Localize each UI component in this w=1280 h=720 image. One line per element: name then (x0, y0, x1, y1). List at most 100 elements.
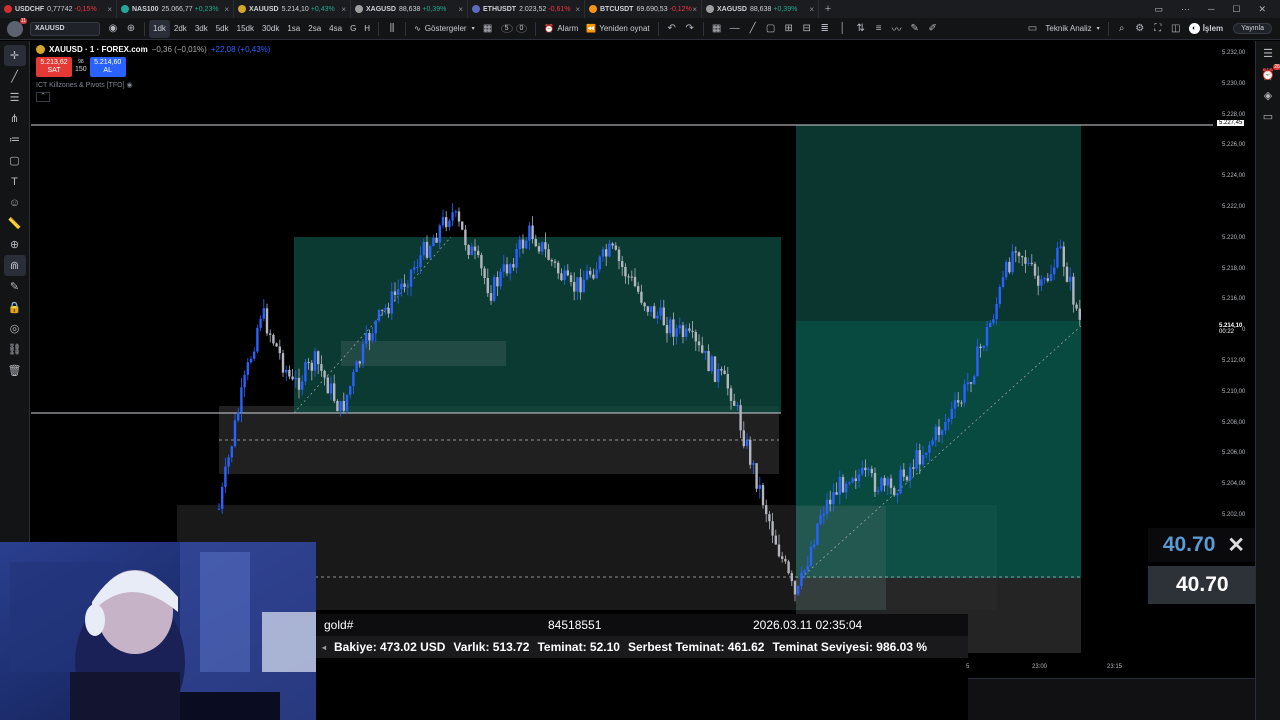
path-icon[interactable]: 〰 (888, 20, 906, 38)
eye-icon[interactable]: ◉ (104, 20, 122, 38)
browser-tab[interactable]: XAUUSD 5.214,10 +0,43% × (234, 0, 351, 18)
avatar[interactable]: 11 (7, 17, 27, 37)
replay-button[interactable]: ⏪ Yeniden oynat (582, 20, 653, 38)
long-position-icon[interactable]: ⇅ (852, 20, 870, 38)
fullscreen-icon[interactable]: ⛶ (1149, 20, 1167, 38)
maximize-icon[interactable]: ☐ (1232, 4, 1240, 15)
gear-icon[interactable]: ⚙ (1131, 20, 1149, 38)
lock-drawing-icon[interactable]: ✎ (4, 276, 26, 297)
browser-tab[interactable]: NAS100 25.066,77 +0,23% × (117, 0, 234, 18)
interval-button[interactable]: 4sa (325, 20, 346, 38)
candle-body (438, 225, 441, 243)
layers-icon[interactable]: ◈ (1264, 89, 1272, 102)
sell-button[interactable]: 5.213,62 SAT (36, 57, 72, 77)
close-tab-icon[interactable]: × (692, 5, 697, 14)
interval-button[interactable]: 30dk (258, 20, 283, 38)
fib-retracement-icon[interactable]: ≔ (4, 129, 26, 150)
channel-icon[interactable]: ≣ (816, 20, 834, 38)
brush-icon[interactable]: ✎ (906, 20, 924, 38)
undo-icon[interactable]: ↶ (663, 20, 681, 38)
visibility-icon[interactable]: ◎ (4, 318, 26, 339)
magnet-icon[interactable]: ⋒ (3, 255, 26, 276)
symbol-search[interactable]: XAUUSD (30, 21, 100, 36)
monitor-icon[interactable]: ▭ (1154, 4, 1163, 15)
candle-body (640, 291, 643, 303)
shapes-icon[interactable]: ▢ (4, 150, 26, 171)
browser-tab[interactable]: XAGUSD 88,638 +0,39% × (702, 0, 819, 18)
trash-icon[interactable]: 🗑 (4, 360, 26, 381)
fib-icon[interactable]: ⊞ (780, 20, 798, 38)
tab-symbol: XAUUSD (249, 5, 279, 13)
alarm-button[interactable]: ⏰ Alarm (540, 20, 582, 38)
interval-button[interactable]: 2sa (304, 20, 325, 38)
minimize-icon[interactable]: ─ (1208, 4, 1214, 15)
horizontal-lines-icon[interactable]: ☰ (4, 87, 26, 108)
interval-button[interactable]: 1dk (149, 19, 170, 38)
zoom-icon[interactable]: ⊕ (4, 234, 26, 255)
pitchfork-icon[interactable]: ⋔ (4, 108, 26, 129)
counter-badge[interactable]: 50 (497, 20, 532, 38)
buy-button[interactable]: 5.214,60 AL (89, 57, 126, 77)
candle-body (806, 566, 809, 571)
vertical-line-icon[interactable]: │ (834, 20, 852, 38)
publish-button[interactable]: Yayınla (1233, 23, 1272, 34)
indicators-button[interactable]: ∿ Göstergeler ▾ (410, 20, 479, 38)
search-icon[interactable]: ⌕ (1113, 20, 1131, 38)
watchlist-icon[interactable]: ☰ (1263, 47, 1273, 60)
close-window-icon[interactable]: ✕ (1258, 4, 1266, 15)
browser-tab[interactable]: BTCUSDT 69.690,53 -0,12% × (585, 0, 702, 18)
interval-button[interactable]: 15dk (233, 20, 258, 38)
parallel-channel-icon[interactable]: ≡ (870, 20, 888, 38)
ruler-icon[interactable]: 📏 (4, 213, 26, 234)
camera-icon[interactable]: ◫ (1167, 20, 1185, 38)
more-icon[interactable]: ··· (1181, 4, 1190, 15)
indicator-row[interactable]: ICT Killzones & Pivots [TFO] ◉ (36, 81, 270, 89)
link-icon[interactable]: ⛓ (4, 339, 26, 360)
interval-button[interactable]: 5dk (212, 20, 233, 38)
horizontal-line-icon[interactable]: — (726, 20, 744, 38)
redo-icon[interactable]: ↷ (681, 20, 699, 38)
grid-layout-icon[interactable]: ▦ (708, 20, 726, 38)
trade-button[interactable]: ◐ İşlem (1185, 20, 1227, 38)
close-tab-icon[interactable]: × (107, 5, 112, 14)
trend-line-tool-icon[interactable]: ╱ (4, 66, 26, 87)
highlighter-icon[interactable]: ✐ (924, 20, 942, 38)
chat-icon[interactable]: ▭ (1263, 110, 1273, 123)
lock-icon[interactable]: 🔒 (4, 297, 26, 318)
layout-icon[interactable]: ▭ (1023, 20, 1041, 38)
templates-icon[interactable]: ▦ (479, 20, 497, 38)
alerts-icon[interactable]: ⏰ 26 (1261, 64, 1280, 81)
rectangle-icon[interactable]: ▢ (762, 20, 780, 38)
browser-tab[interactable]: XAGUSD 88,638 +0,39% × (351, 0, 468, 18)
user-menu[interactable]: 11 (0, 17, 30, 37)
collapse-legend-button[interactable]: ⌃ (36, 92, 50, 102)
candle-body (1049, 274, 1053, 281)
text-icon[interactable]: T (4, 171, 26, 192)
mt-trade-row[interactable]: gold# 84518551 2026.03.11 02:35:04 (316, 614, 968, 636)
crosshair-icon[interactable]: ✛ (3, 45, 26, 66)
interval-button[interactable]: 2dk (170, 20, 191, 38)
close-tab-icon[interactable]: × (341, 5, 346, 14)
interval-button[interactable]: 3dk (191, 20, 212, 38)
emoji-icon[interactable]: ☺ (4, 192, 26, 213)
eye-icon[interactable]: ◉ (127, 82, 133, 89)
new-tab-icon[interactable]: + (819, 3, 837, 15)
candle-body (969, 382, 973, 384)
interval-button[interactable]: G (346, 20, 360, 38)
candle-type-icon[interactable]: ⫼ (383, 20, 401, 38)
browser-tab[interactable]: ETHUSDT 2.023,52 -0,61% × (468, 0, 585, 18)
close-icon[interactable]: ✕ (1227, 533, 1245, 558)
interval-button[interactable]: H (360, 20, 374, 38)
close-tab-icon[interactable]: × (458, 5, 463, 14)
browser-tab[interactable]: USDCHF 0,77742 -0,15% × (0, 0, 117, 18)
candle-body (653, 306, 656, 319)
measure-icon[interactable]: ⊟ (798, 20, 816, 38)
technical-analysis-button[interactable]: Teknik Analiz ▾ (1041, 20, 1103, 38)
close-tab-icon[interactable]: × (575, 5, 580, 14)
add-symbol-icon[interactable]: ⊕ (122, 20, 140, 38)
close-tab-icon[interactable]: × (224, 5, 229, 14)
interval-button[interactable]: 1sa (283, 20, 304, 38)
trend-line-icon[interactable]: ╱ (744, 20, 762, 38)
close-tab-icon[interactable]: × (809, 5, 814, 14)
candle-body (1065, 266, 1069, 282)
